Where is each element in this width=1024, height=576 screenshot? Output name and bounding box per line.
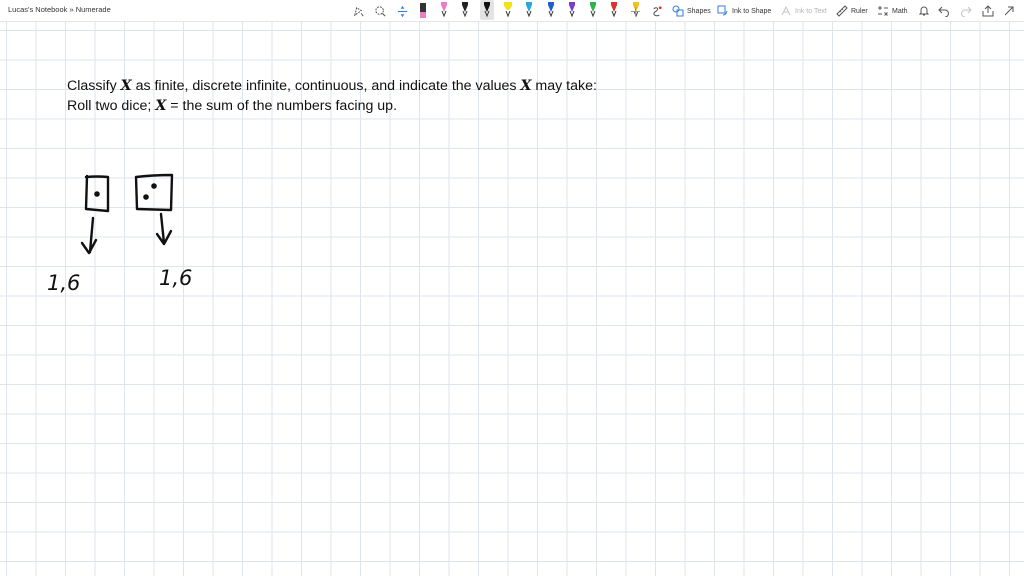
die-1-arrow — [80, 216, 98, 255]
die-2-arrow — [155, 212, 173, 246]
die-1-pip — [94, 191, 100, 197]
die-2-pip — [151, 183, 157, 189]
die-2-sketch — [134, 173, 174, 212]
die-2-pip — [143, 194, 149, 200]
die-1-range: 1,6 — [47, 271, 80, 295]
handwritten-ink: 1,6 1,6 — [47, 173, 192, 295]
die-2-range: 1,6 — [159, 266, 192, 290]
